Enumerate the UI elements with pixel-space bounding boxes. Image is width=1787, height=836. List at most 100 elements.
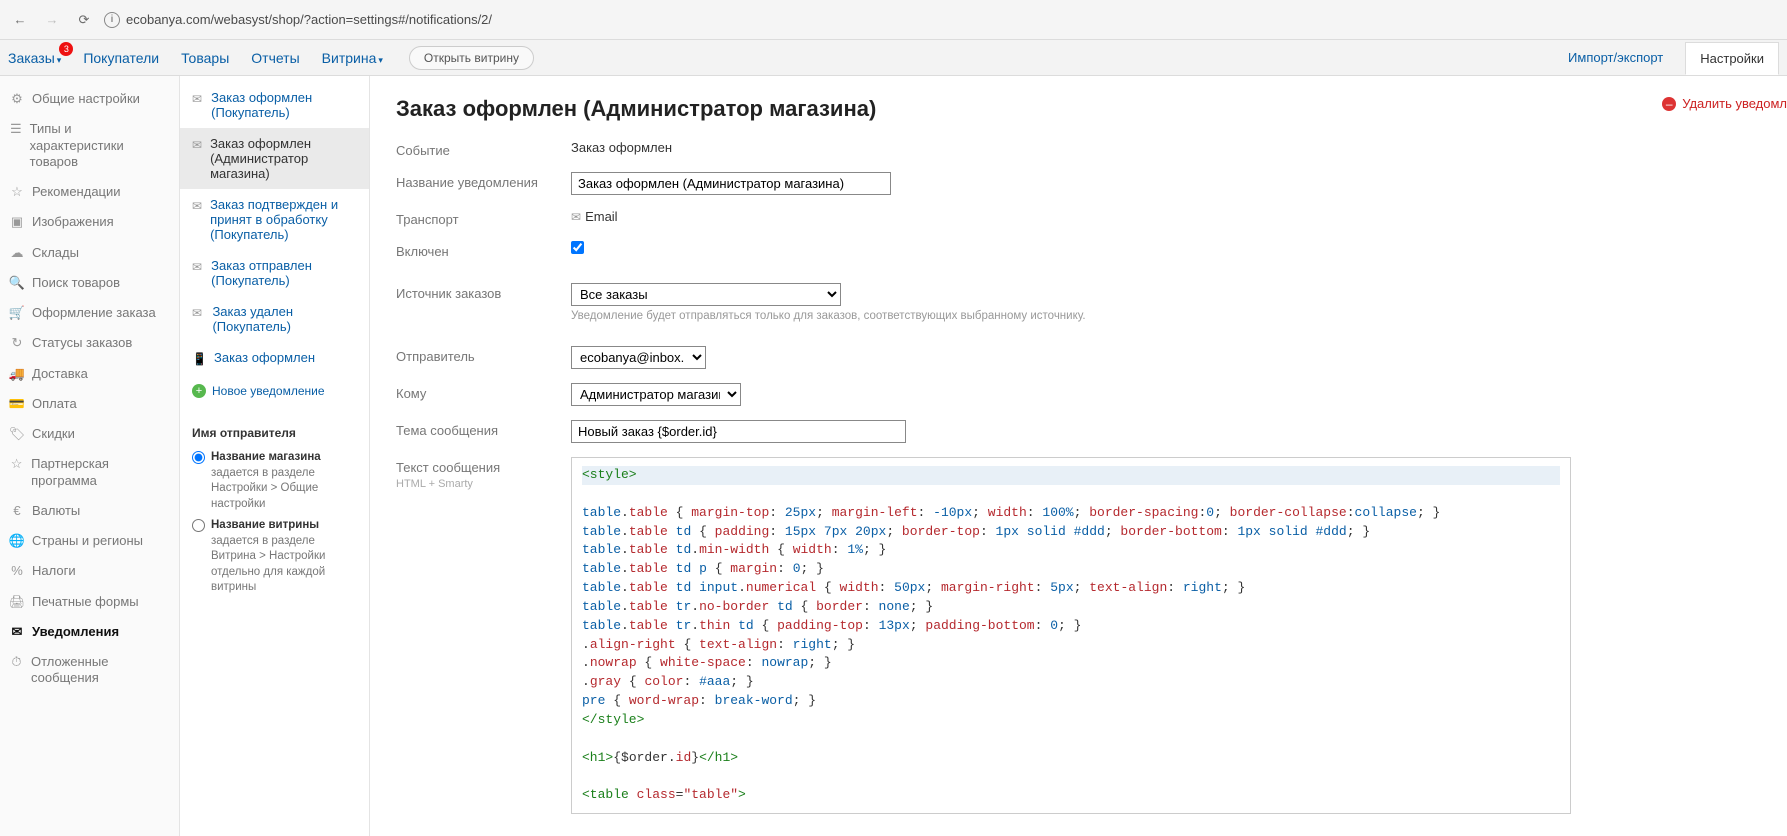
nav-customers[interactable]: Покупатели	[83, 50, 159, 66]
source-select[interactable]: Все заказы	[571, 283, 841, 306]
page-title: Заказ оформлен (Администратор магазина)	[396, 96, 1761, 122]
sidebar-item-label: Изображения	[32, 214, 114, 230]
nav-products[interactable]: Товары	[181, 50, 229, 66]
sender-radio-storefront[interactable]	[192, 519, 205, 532]
notification-list-item[interactable]: ✉ Заказ оформлен (Покупатель)	[180, 82, 369, 128]
label-body: Текст сообщения HTML + Smarty	[396, 457, 571, 490]
delete-notification-link[interactable]: – Удалить уведомл	[1662, 96, 1787, 111]
settings-sidebar-item[interactable]: ⏱Отложенные сообщения	[0, 647, 179, 694]
sidebar-item-icon: ⚙	[10, 91, 24, 107]
settings-sidebar-item[interactable]: 🔍 Поиск товаров	[0, 268, 179, 298]
settings-sidebar-item[interactable]: ▣ Изображения	[0, 207, 179, 237]
sender-radio-shop[interactable]	[192, 451, 205, 464]
sidebar-item-label: Статусы заказов	[32, 335, 132, 351]
sidebar-item-icon: ☁	[10, 245, 24, 261]
nav-settings-tab[interactable]: Настройки	[1685, 42, 1779, 75]
settings-sidebar-item[interactable]: € Валюты	[0, 496, 179, 526]
sidebar-item-label: Валюты	[32, 503, 80, 519]
nav-orders[interactable]: Заказы▾ 3	[8, 50, 61, 66]
site-info-icon[interactable]: i	[104, 12, 120, 28]
browser-forward-button[interactable]: →	[40, 8, 64, 32]
settings-sidebar-item[interactable]: % Налоги	[0, 556, 179, 586]
sidebar-item-label: Налоги	[32, 563, 76, 579]
sidebar-item-icon: €	[10, 503, 24, 518]
settings-sidebar-item[interactable]: ↻ Статусы заказов	[0, 328, 179, 358]
sidebar-item-icon: 🚚	[10, 366, 24, 382]
settings-sidebar-item[interactable]: 💳 Оплата	[0, 389, 179, 419]
settings-sidebar-item[interactable]: 🖨Печатные формы	[0, 587, 179, 617]
settings-sidebar-item[interactable]: 🏷 Скидки	[0, 419, 179, 449]
nav-import-export[interactable]: Импорт/экспорт	[1568, 50, 1663, 65]
enabled-checkbox[interactable]	[571, 241, 584, 254]
nav-reports[interactable]: Отчеты	[251, 50, 299, 66]
sidebar-item-icon: 🔍	[10, 275, 24, 291]
settings-sidebar-item[interactable]: ☆Рекомендации	[0, 177, 179, 207]
sidebar-item-icon: ↻	[10, 335, 24, 351]
mail-icon: ✉	[192, 199, 202, 213]
mail-icon: ✉	[571, 210, 581, 224]
settings-sidebar-item[interactable]: ☆Партнерская программа	[0, 449, 179, 496]
sidebar-item-label: Типы и характеристики товаров	[30, 121, 169, 170]
notification-item-label: Заказ оформлен (Покупатель)	[211, 90, 357, 120]
sidebar-item-label: Оплата	[32, 396, 77, 412]
sidebar-item-label: Склады	[32, 245, 79, 261]
nav-storefront[interactable]: Витрина▾	[322, 50, 383, 66]
label-sender: Отправитель	[396, 346, 571, 364]
sidebar-item-label: Отложенные сообщения	[31, 654, 169, 687]
chevron-down-icon: ▾	[378, 55, 383, 65]
settings-sidebar-item[interactable]: ☰Типы и характеристики товаров	[0, 114, 179, 177]
settings-sidebar-item[interactable]: ☁ Склады	[0, 238, 179, 268]
sender-select[interactable]: ecobanya@inbox.ru	[571, 346, 706, 369]
sidebar-item-label: Скидки	[32, 426, 75, 442]
chevron-down-icon: ▾	[57, 55, 62, 65]
settings-sidebar-item[interactable]: 🚚Доставка	[0, 359, 179, 389]
nav-orders-label: Заказы	[8, 50, 55, 66]
nav-storefront-label: Витрина	[322, 50, 377, 66]
sidebar-item-icon: ☆	[10, 456, 23, 472]
settings-sidebar-item[interactable]: ✉Уведомления	[0, 617, 179, 647]
notification-list-item[interactable]: 📱Заказ оформлен	[180, 342, 369, 374]
notification-item-label: Заказ оформлен (Администратор магазина)	[210, 136, 357, 181]
sender-option-storefront-name[interactable]: Название витрины задается в разделе Витр…	[180, 514, 369, 598]
notification-item-label: Заказ удален (Покупатель)	[212, 304, 357, 334]
sender-option2-text: задается в разделе Витрина > Настройки о…	[211, 535, 325, 594]
browser-reload-button[interactable]: ⟳	[72, 8, 96, 32]
value-transport: Email	[585, 209, 618, 224]
sidebar-item-icon: 💳	[10, 396, 24, 412]
sidebar-item-icon: ✉	[10, 624, 24, 640]
sender-option1-text: задается в разделе Настройки > Общие нас…	[211, 467, 318, 510]
plus-icon: +	[192, 384, 206, 398]
sidebar-item-label: Поиск товаров	[32, 275, 120, 291]
subject-input[interactable]	[571, 420, 906, 443]
recipient-select[interactable]: Администратор магазина	[571, 383, 741, 406]
sidebar-item-icon: 🏷	[10, 426, 24, 442]
open-store-button[interactable]: Открыть витрину	[409, 46, 534, 70]
browser-url[interactable]: i ecobanya.com/webasyst/shop/?action=set…	[104, 12, 492, 28]
value-event: Заказ оформлен	[571, 140, 1761, 155]
notification-name-input[interactable]	[571, 172, 891, 195]
sender-name-heading: Имя отправителя	[180, 408, 369, 446]
settings-sidebar-item[interactable]: ⚙Общие настройки	[0, 84, 179, 114]
mail-icon: ✉	[192, 92, 203, 106]
browser-chrome: ← → ⟳ i ecobanya.com/webasyst/shop/?acti…	[0, 0, 1787, 40]
sidebar-item-label: Страны и регионы	[32, 533, 143, 549]
sender-option2-bold: Название витрины	[211, 519, 319, 531]
browser-back-button[interactable]: ←	[8, 8, 32, 32]
sidebar-item-icon: ▣	[10, 214, 24, 230]
label-transport: Транспорт	[396, 209, 571, 227]
body-code-editor[interactable]: <style> table.table { margin-top: 25px; …	[571, 457, 1571, 814]
new-notification-link[interactable]: + Новое уведомление	[180, 374, 369, 408]
sender-option1-bold: Название магазина	[211, 451, 321, 463]
minus-icon: –	[1662, 97, 1676, 111]
notification-list-item[interactable]: ✉Заказ отправлен (Покупатель)	[180, 250, 369, 296]
settings-sidebar-item[interactable]: 🛒Оформление заказа	[0, 298, 179, 328]
sidebar-item-icon: %	[10, 563, 24, 578]
notification-list-item[interactable]: ✉Заказ подтвержден и принят в обработку …	[180, 189, 369, 250]
label-enabled: Включен	[396, 241, 571, 259]
sender-option-shop-name[interactable]: Название магазина задается в разделе Нас…	[180, 446, 369, 514]
notification-list-item[interactable]: ✉Заказ удален (Покупатель)	[180, 296, 369, 342]
notification-list-item[interactable]: ✉Заказ оформлен (Администратор магазина)	[180, 128, 369, 189]
sidebar-item-label: Печатные формы	[32, 594, 139, 610]
settings-sidebar-item[interactable]: 🌐Страны и регионы	[0, 526, 179, 556]
notification-item-label: Заказ оформлен	[214, 350, 315, 365]
